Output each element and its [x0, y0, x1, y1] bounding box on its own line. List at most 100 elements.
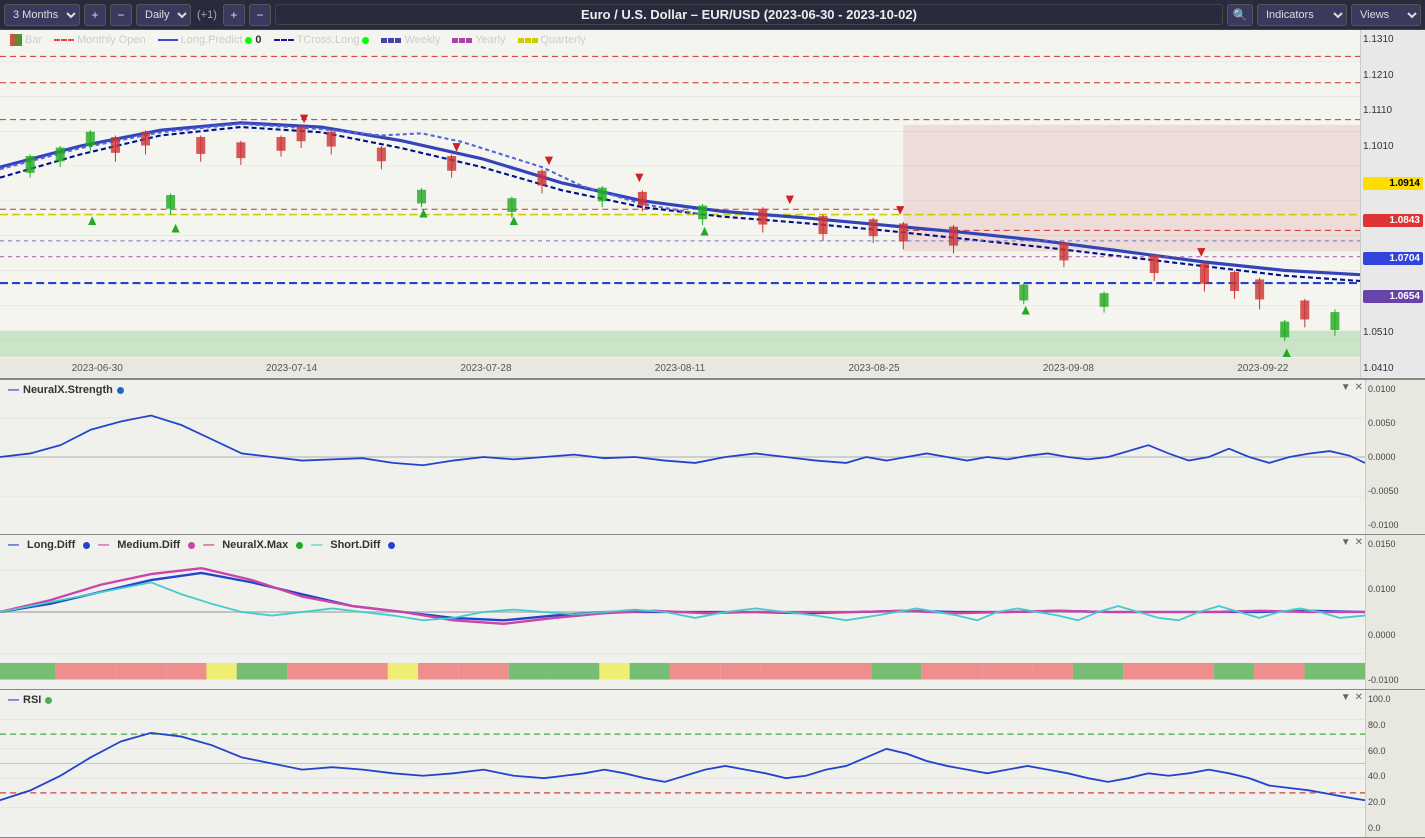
- neuralx-dropdown-icon[interactable]: ▼: [1341, 382, 1351, 393]
- legend-tcross-long: TCross.Long: [274, 34, 370, 46]
- price-5: 1.0510: [1363, 327, 1423, 338]
- rsi-chart[interactable]: — RSI ▼ ✕: [0, 690, 1365, 837]
- date-label-1: 2023-06-30: [72, 363, 123, 374]
- diff-svg: [0, 535, 1365, 689]
- legend-long-predict: Long.Predict 0: [158, 34, 262, 46]
- legend-monthly-open-label: Monthly Open: [77, 34, 145, 46]
- rsi-yaxis: 100.0 80.0 60.0 40.0 20.0 0.0: [1365, 690, 1425, 837]
- ny-2: 0.0050: [1368, 418, 1423, 428]
- step-back-button[interactable]: −: [249, 4, 271, 26]
- legend-bar-label: Bar: [25, 34, 42, 46]
- price-chart-panel[interactable]: Bar Monthly Open Long.Predict 0 TCross.L…: [0, 30, 1360, 378]
- diff-controls: ▼ ✕: [1341, 537, 1363, 548]
- svg-text:▲: ▲: [1019, 302, 1033, 318]
- price-axis: 1.1310 1.1210 1.1110 1.1010 1.0914 1.084…: [1360, 30, 1425, 378]
- ry-6: 0.0: [1368, 823, 1423, 833]
- date-label-2: 2023-07-14: [266, 363, 317, 374]
- ny-5: -0.0100: [1368, 520, 1423, 530]
- ny-3: 0.0000: [1368, 452, 1423, 462]
- long-diff-dot: [83, 542, 90, 549]
- svg-text:▼: ▼: [632, 170, 646, 186]
- tcross-long-dot: [362, 37, 369, 44]
- date-label-6: 2023-09-08: [1043, 363, 1094, 374]
- rsi-dropdown-icon[interactable]: ▼: [1341, 692, 1351, 703]
- neuralx-panel: — NeuralX.Strength ▼ ✕ 0.0100 0.0050 0.0…: [0, 380, 1425, 535]
- date-label-5: 2023-08-25: [848, 363, 899, 374]
- svg-text:▲: ▲: [85, 213, 99, 229]
- price-4: 1.1010: [1363, 141, 1423, 152]
- neuralx-controls: ▼ ✕: [1341, 382, 1363, 393]
- dy-2: 0.0100: [1368, 584, 1423, 594]
- price-red-label: 1.0843: [1363, 214, 1423, 227]
- main-chart: Bar Monthly Open Long.Predict 0 TCross.L…: [0, 30, 1425, 380]
- legend-quarterly: Quarterly: [518, 34, 586, 46]
- price-6: 1.0410: [1363, 363, 1423, 374]
- rsi-panel: — RSI ▼ ✕ 100.0 8: [0, 690, 1425, 838]
- ry-3: 60.0: [1368, 746, 1423, 756]
- zoom-in-button[interactable]: +: [84, 4, 106, 26]
- legend-bar: Bar: [10, 34, 42, 46]
- price-chart-svg: ▼ ▼ ▼ ▼ ▼ ▼ ▼ ▲ ▲ ▲ ▲ ▲ ▲ ▲: [0, 30, 1360, 378]
- rsi-dot: [45, 697, 52, 704]
- rsi-close-icon[interactable]: ✕: [1355, 692, 1363, 703]
- indicators-select[interactable]: Indicators: [1257, 4, 1347, 26]
- neuralx-close-icon[interactable]: ✕: [1355, 382, 1363, 393]
- price-yellow-label: 1.0914: [1363, 177, 1423, 190]
- date-axis: 2023-06-30 2023-07-14 2023-07-28 2023-08…: [0, 358, 1360, 378]
- short-diff-dot: [388, 542, 395, 549]
- increment-label: (+1): [195, 9, 219, 21]
- svg-text:▲: ▲: [507, 213, 521, 229]
- ry-1: 100.0: [1368, 694, 1423, 704]
- neuralx-max-dot: [296, 542, 303, 549]
- ry-5: 20.0: [1368, 797, 1423, 807]
- dy-3: 0.0000: [1368, 630, 1423, 640]
- svg-text:▼: ▼: [450, 139, 464, 155]
- ry-2: 80.0: [1368, 720, 1423, 730]
- search-button[interactable]: 🔍: [1227, 4, 1253, 26]
- svg-text:▼: ▼: [893, 202, 907, 218]
- step-forward-button[interactable]: +: [223, 4, 245, 26]
- ry-4: 40.0: [1368, 771, 1423, 781]
- long-predict-value: 0: [255, 34, 261, 46]
- neuralx-title: — NeuralX.Strength: [8, 384, 124, 396]
- date-label-7: 2023-09-22: [1237, 363, 1288, 374]
- legend-yearly: Yearly: [452, 34, 505, 46]
- svg-text:▲: ▲: [169, 220, 183, 236]
- toolbar: 3 Months + − Daily (+1) + − Euro / U.S. …: [0, 0, 1425, 30]
- legend-yearly-label: Yearly: [475, 34, 505, 46]
- diff-yaxis: 0.0150 0.0100 0.0000 -0.0100: [1365, 535, 1425, 689]
- date-label-4: 2023-08-11: [655, 363, 705, 374]
- neuralx-dot: [117, 387, 124, 394]
- diff-dropdown-icon[interactable]: ▼: [1341, 537, 1351, 548]
- diff-chart[interactable]: — Long.Diff — Medium.Diff — NeuralX.Max …: [0, 535, 1365, 689]
- ny-1: 0.0100: [1368, 384, 1423, 394]
- price-purple-label: 1.0654: [1363, 290, 1423, 303]
- svg-text:▼: ▼: [783, 192, 797, 208]
- diff-close-icon[interactable]: ✕: [1355, 537, 1363, 548]
- neuralx-chart[interactable]: — NeuralX.Strength ▼ ✕: [0, 380, 1365, 534]
- zoom-out-button[interactable]: −: [110, 4, 132, 26]
- diff-panel: — Long.Diff — Medium.Diff — NeuralX.Max …: [0, 535, 1425, 690]
- svg-text:▲: ▲: [698, 223, 712, 239]
- dy-1: 0.0150: [1368, 539, 1423, 549]
- chart-legend: Bar Monthly Open Long.Predict 0 TCross.L…: [10, 34, 586, 46]
- price-blue-label: 1.0704: [1363, 252, 1423, 265]
- timeframe-select[interactable]: 3 Months: [4, 4, 80, 26]
- legend-weekly: Weekly: [381, 34, 440, 46]
- rsi-svg: [0, 690, 1365, 837]
- legend-quarterly-label: Quarterly: [541, 34, 586, 46]
- chart-title: Euro / U.S. Dollar – EUR/USD (2023-06-30…: [275, 4, 1223, 25]
- svg-text:▼: ▼: [297, 111, 311, 127]
- legend-tcross-long-label: TCross.Long: [297, 34, 360, 46]
- toolbar-right: 🔍 Indicators Views: [1227, 4, 1421, 26]
- date-label-3: 2023-07-28: [460, 363, 511, 374]
- svg-text:▲: ▲: [417, 205, 431, 221]
- svg-text:▼: ▼: [542, 153, 556, 169]
- price-1: 1.1310: [1363, 34, 1423, 45]
- svg-text:▼: ▼: [1194, 244, 1208, 260]
- price-2: 1.1210: [1363, 70, 1423, 81]
- interval-select[interactable]: Daily: [136, 4, 191, 26]
- views-select[interactable]: Views: [1351, 4, 1421, 26]
- neuralx-svg: [0, 380, 1365, 534]
- rsi-title: — RSI: [8, 694, 52, 706]
